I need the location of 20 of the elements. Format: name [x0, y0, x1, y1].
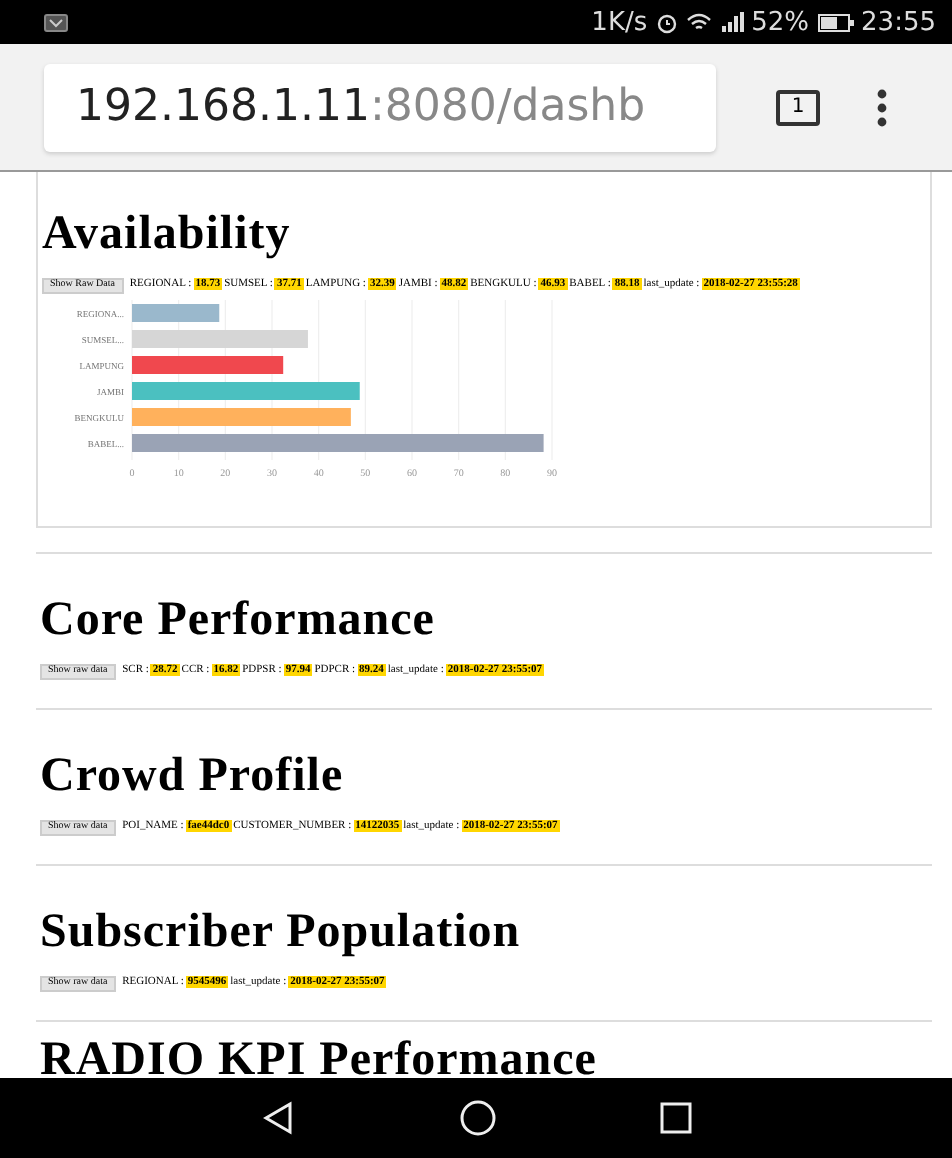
alarm-icon [655, 11, 678, 33]
notification-icon [44, 13, 68, 31]
network-speed: 1K/s [591, 7, 648, 37]
back-icon[interactable] [260, 1100, 297, 1136]
clock-time: 23:55 [861, 7, 936, 37]
section-title: Availability [42, 206, 293, 264]
menu-icon[interactable] [876, 87, 888, 127]
battery-level: 52% [751, 7, 810, 37]
bar [132, 303, 220, 321]
section-title: RADIO KPI Performance [40, 1032, 599, 1090]
signal-icon [719, 12, 744, 32]
section-title: Crowd Profile [40, 748, 346, 806]
section-title: Core Performance [40, 592, 437, 650]
home-icon[interactable] [457, 1098, 498, 1138]
recent-apps-icon[interactable] [659, 1102, 692, 1134]
section-title: Subscriber Population [40, 904, 523, 962]
address-field[interactable]: 192.168.1.11:8080/dashb [44, 63, 716, 151]
tab-count-button[interactable]: 1 [776, 89, 820, 125]
battery-icon [817, 13, 854, 31]
wifi-icon [685, 12, 712, 32]
